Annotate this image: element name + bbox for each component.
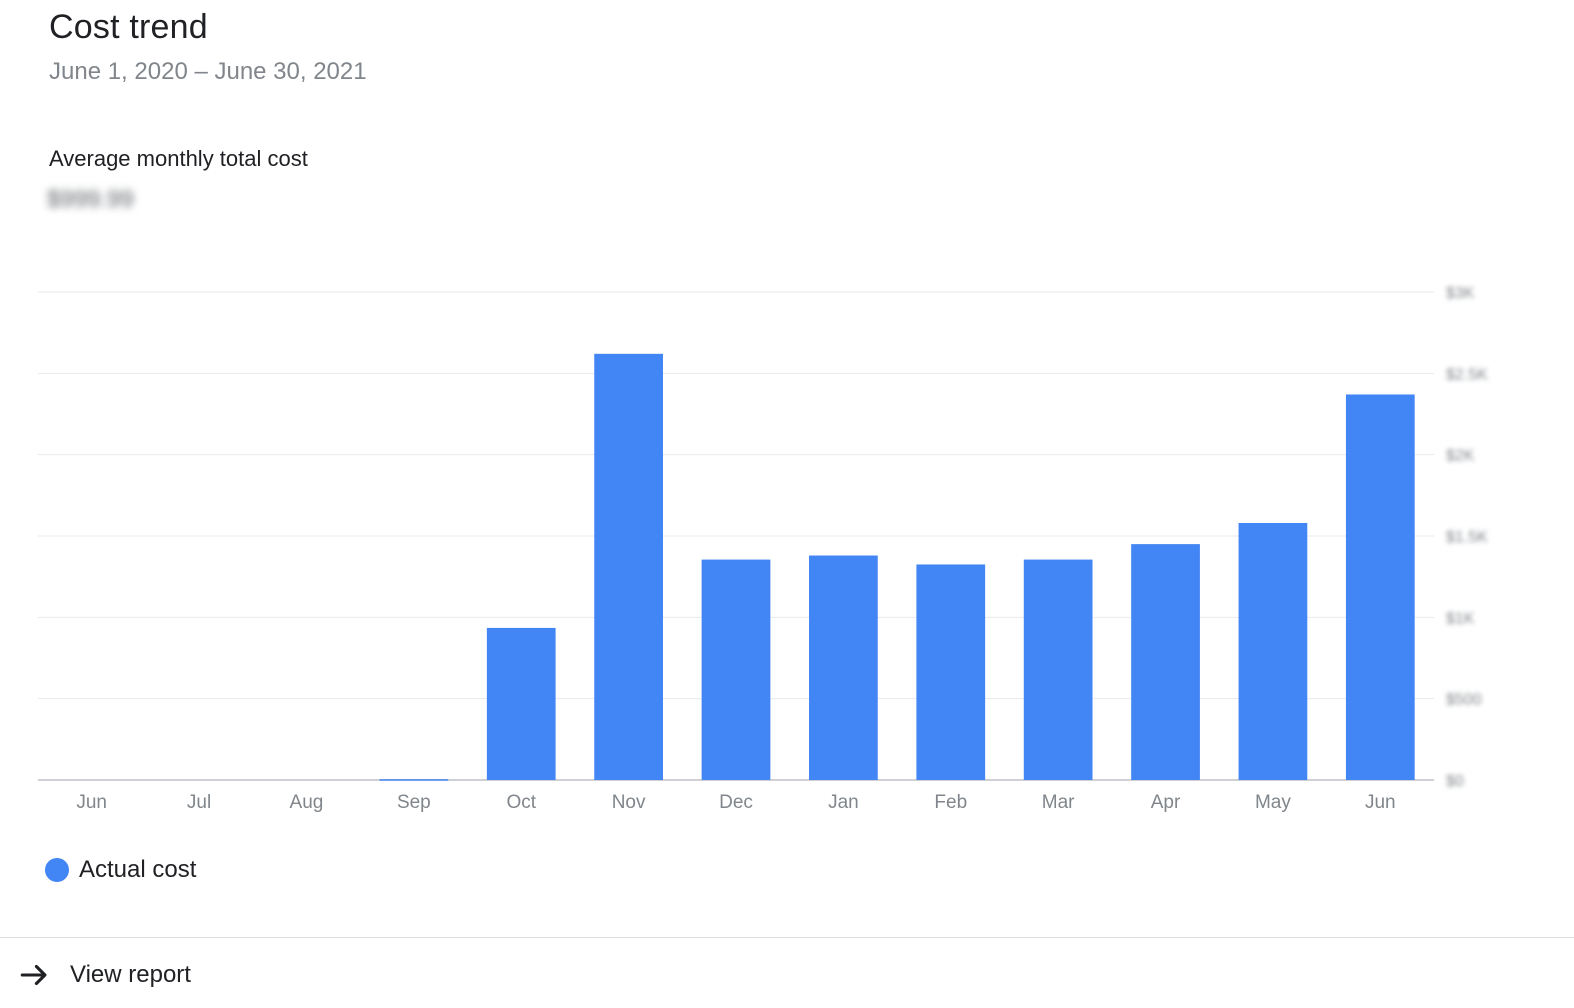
bar-nov-5[interactable] bbox=[594, 353, 663, 780]
x-tick-label: Jun bbox=[1365, 792, 1396, 813]
metric-value: $999.99 bbox=[47, 186, 134, 213]
card-title: Cost trend bbox=[49, 8, 208, 46]
bar-apr-10[interactable] bbox=[1131, 544, 1200, 780]
bar-feb-8[interactable] bbox=[916, 564, 986, 780]
y-tick-label: $3K bbox=[1446, 285, 1475, 302]
y-axis-ticks: $0 $500 $1K $1.5K $2K $2.5K $3K bbox=[1446, 285, 1488, 790]
y-tick-label: $1K bbox=[1446, 610, 1475, 627]
bar-dec-6[interactable] bbox=[701, 559, 771, 780]
y-tick-label: $0 bbox=[1446, 773, 1464, 790]
metric-label: Average monthly total cost bbox=[49, 146, 308, 171]
legend-label: Actual cost bbox=[79, 856, 197, 883]
legend: Actual cost bbox=[45, 856, 196, 884]
bar-jan-7[interactable] bbox=[809, 555, 878, 780]
x-axis-ticks: Jun Jul Aug Sep Oct Nov Dec Jan Feb Mar Apr May Jun bbox=[76, 792, 1395, 813]
cost-trend-chart: Jun Jul Aug Sep Oct Nov Dec Jan Feb Mar Apr May Jun … bbox=[38, 285, 1488, 813]
divider bbox=[0, 937, 1574, 938]
bar-jun-12[interactable] bbox=[1345, 394, 1415, 780]
x-tick-label: Mar bbox=[1042, 792, 1075, 813]
x-tick-label: Oct bbox=[506, 792, 536, 813]
y-tick-label: $1.5K bbox=[1446, 529, 1488, 546]
x-tick-label: Feb bbox=[934, 792, 967, 813]
view-report-label: View report bbox=[70, 961, 191, 988]
arrow-right-icon bbox=[20, 964, 47, 986]
x-tick-label: Dec bbox=[719, 792, 753, 813]
x-tick-label: Jan bbox=[828, 792, 859, 813]
bar-oct-4[interactable] bbox=[486, 627, 556, 780]
date-range: June 1, 2020 – June 30, 2021 bbox=[49, 58, 367, 85]
bars bbox=[379, 353, 1415, 781]
y-tick-label: $500 bbox=[1446, 692, 1482, 709]
x-tick-label: May bbox=[1255, 792, 1291, 813]
view-report-link[interactable]: View report bbox=[18, 958, 191, 992]
x-tick-label: Apr bbox=[1151, 792, 1181, 813]
y-tick-label: $2.5K bbox=[1446, 366, 1488, 383]
y-tick-label: $2K bbox=[1446, 448, 1475, 465]
legend-swatch bbox=[45, 858, 69, 882]
bar-may-11[interactable] bbox=[1238, 522, 1308, 780]
x-tick-label: Jun bbox=[76, 792, 107, 813]
bar-sep-3[interactable] bbox=[379, 779, 449, 781]
bar-mar-9[interactable] bbox=[1023, 559, 1093, 780]
x-tick-label: Aug bbox=[290, 792, 324, 813]
x-tick-label: Nov bbox=[612, 792, 646, 813]
x-tick-label: Sep bbox=[397, 792, 431, 813]
x-tick-label: Jul bbox=[187, 792, 211, 813]
